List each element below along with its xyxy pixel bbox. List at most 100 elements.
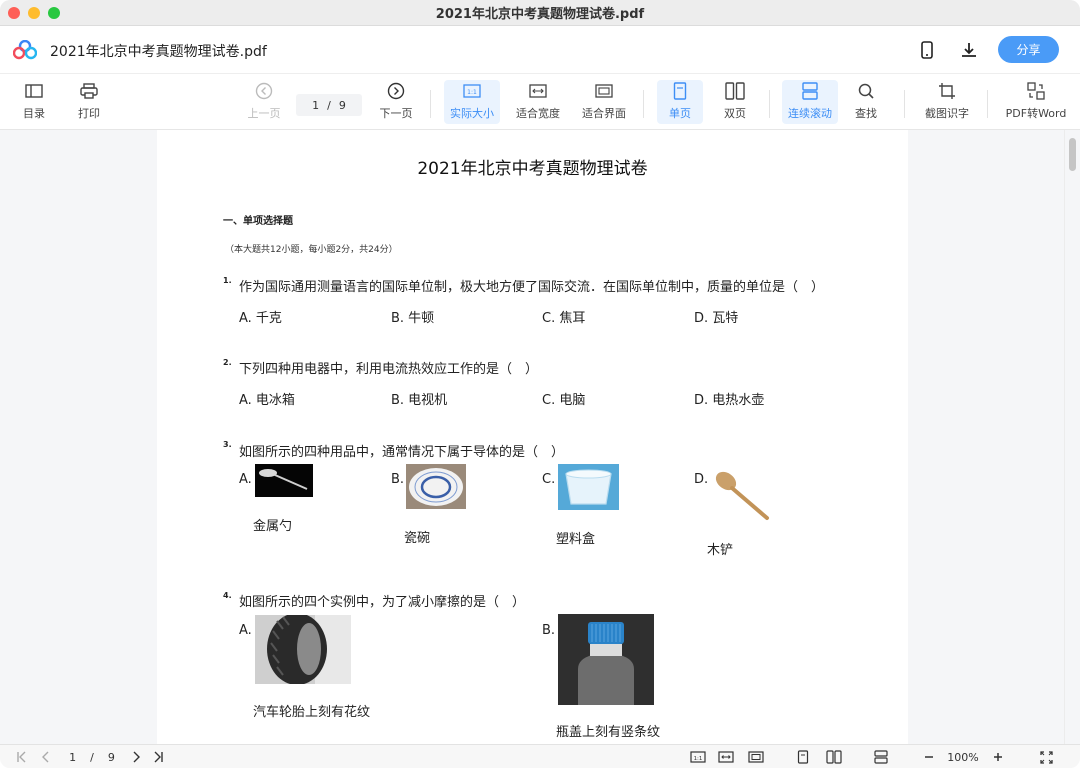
fit-width-icon [529, 84, 547, 98]
actual-size-icon[interactable]: 1:1 [688, 749, 708, 765]
option-a: A. [239, 472, 252, 487]
minimize-window-button[interactable] [28, 7, 40, 19]
option-d: D. [694, 472, 709, 487]
toc-button[interactable]: 目录 [18, 80, 50, 124]
convert-icon [1027, 82, 1045, 100]
next-page-button[interactable]: 下一页 [376, 80, 416, 124]
next-page-label: 下一页 [379, 107, 413, 120]
toolbar-divider [430, 90, 431, 118]
toc-label: 目录 [23, 107, 45, 120]
question-text: 如图所示的四种用品中，通常情况下属于导体的是（ ） [239, 445, 565, 460]
caption: 瓷碗 [404, 531, 431, 546]
toolbar-divider [769, 90, 770, 118]
zoom-level[interactable]: 100% [944, 749, 982, 765]
question-text: 如图所示的四个实例中，为了减小摩擦的是（ ） [239, 595, 526, 610]
fit-width-button[interactable]: 适合宽度 [512, 80, 564, 124]
page-separator: / [327, 98, 331, 112]
first-page-icon[interactable] [14, 749, 30, 765]
bottle-cap-image [558, 614, 654, 705]
continuous-scroll-label: 连续滚动 [788, 107, 832, 120]
page-number-input[interactable]: 1 / 9 [296, 94, 362, 116]
status-current-page: 1 [69, 750, 77, 764]
ocr-button[interactable]: 截图识字 [920, 80, 974, 124]
fit-page-button[interactable]: 适合界面 [578, 80, 630, 124]
find-button[interactable]: 查找 [846, 80, 886, 124]
toolbar-divider [987, 90, 988, 118]
app-window: 2021年北京中考真题物理试卷.pdf 2021年北京中考真题物理试卷.pdf … [0, 0, 1080, 768]
fit-page-label: 适合界面 [582, 107, 626, 120]
option-c: C. 电脑 [542, 393, 586, 408]
actual-size-icon: 1:1 [463, 84, 481, 98]
pdf-page: 2021年北京中考真题物理试卷 一、单项选择题 （本大题共12小题，每小题2分，… [157, 130, 908, 744]
option-c: C. 焦耳 [542, 311, 586, 326]
zoom-in-icon[interactable] [989, 749, 1007, 765]
caption: 金属勺 [253, 519, 293, 534]
option-b: B. [391, 472, 405, 487]
app-header: 2021年北京中考真题物理试卷.pdf 分享 [0, 26, 1080, 74]
pdf-to-word-button[interactable]: PDF转Word [1002, 80, 1070, 124]
search-icon [858, 83, 874, 99]
last-page-icon[interactable] [150, 749, 166, 765]
document-viewport[interactable]: 2021年北京中考真题物理试卷 一、单项选择题 （本大题共12小题，每小题2分，… [0, 130, 1080, 744]
zoom-out-icon[interactable] [920, 749, 938, 765]
double-page-icon [725, 82, 745, 100]
question-number: 1. [223, 276, 232, 285]
prev-page-icon[interactable] [38, 749, 54, 765]
sidebar-icon [25, 84, 43, 98]
share-button[interactable]: 分享 [998, 36, 1059, 63]
download-icon[interactable] [958, 39, 980, 61]
question-number: 2. [223, 358, 232, 367]
ocr-label: 截图识字 [925, 107, 969, 120]
section-title: 一、单项选择题 [223, 216, 293, 227]
svg-text:1:1: 1:1 [467, 89, 477, 96]
vertical-scrollbar[interactable] [1064, 130, 1080, 744]
fit-width-icon[interactable] [716, 749, 736, 765]
fit-page-icon[interactable] [746, 749, 766, 765]
single-page-icon[interactable] [794, 749, 812, 765]
next-page-icon[interactable] [128, 749, 144, 765]
chevron-right-circle-icon [387, 82, 405, 100]
plastic-box-image [558, 464, 619, 510]
option-a: A. 电冰箱 [239, 393, 295, 408]
toolbar-divider [643, 90, 644, 118]
fit-page-icon [595, 84, 613, 98]
document-name: 2021年北京中考真题物理试卷.pdf [50, 44, 267, 60]
actual-size-button[interactable]: 1:1 实际大小 [444, 80, 500, 124]
question-text: 作为国际通用测量语言的国际单位制，极大地方便了国际交流．在国际单位制中，质量的单… [239, 280, 825, 295]
title-bar: 2021年北京中考真题物理试卷.pdf [0, 0, 1080, 26]
scrollbar-thumb[interactable] [1069, 138, 1076, 171]
app-logo-icon [13, 40, 37, 60]
question-number: 3. [223, 440, 232, 449]
single-page-button[interactable]: 单页 [657, 80, 703, 124]
metal-spoon-image [255, 464, 313, 497]
status-page-indicator[interactable]: 1 / 9 [62, 749, 122, 765]
option-a: A. [239, 623, 252, 638]
option-d: D. 电热水壶 [694, 393, 765, 408]
option-b: B. 牛顿 [391, 311, 435, 326]
single-page-label: 单页 [669, 107, 691, 120]
continuous-scroll-button[interactable]: 连续滚动 [782, 80, 838, 124]
fullscreen-icon[interactable] [1037, 749, 1055, 765]
caption: 木铲 [707, 543, 734, 558]
close-window-button[interactable] [8, 7, 20, 19]
prev-page-button[interactable]: 上一页 [244, 80, 284, 124]
status-total-pages: 9 [107, 750, 115, 764]
mobile-icon[interactable] [916, 39, 938, 61]
current-page: 1 [312, 98, 320, 112]
window-controls [8, 7, 60, 19]
continuous-scroll-icon[interactable] [872, 749, 890, 765]
find-label: 查找 [855, 107, 877, 120]
print-button[interactable]: 打印 [73, 80, 105, 124]
caption: 塑料盒 [556, 532, 596, 547]
double-page-label: 双页 [724, 107, 746, 120]
maximize-window-button[interactable] [48, 7, 60, 19]
double-page-button[interactable]: 双页 [714, 80, 756, 124]
question-number: 4. [223, 591, 232, 600]
caption: 汽车轮胎上刻有花纹 [253, 705, 371, 720]
toolbar-divider [904, 90, 905, 118]
chevron-left-circle-icon [255, 82, 273, 100]
svg-text:1:1: 1:1 [694, 756, 703, 762]
car-tire-image [255, 615, 351, 684]
double-page-icon[interactable] [824, 749, 844, 765]
crop-icon [939, 83, 955, 99]
